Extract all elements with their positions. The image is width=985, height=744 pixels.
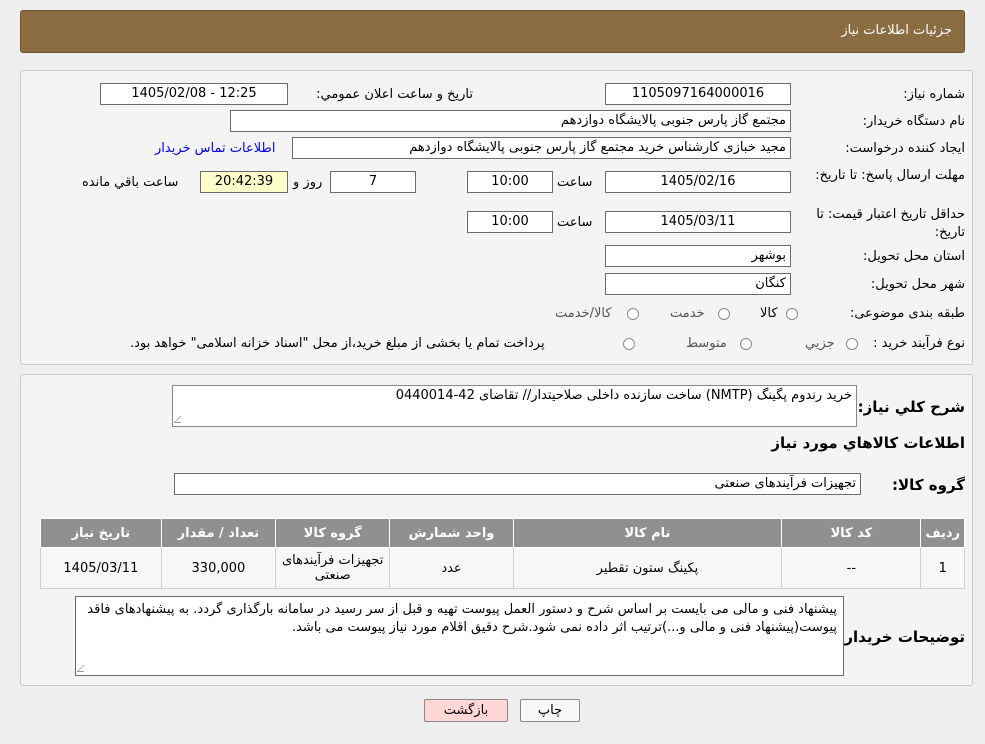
buyer-contact-link[interactable]: اطلاعات تماس خريدار (155, 141, 275, 156)
days-field: 7 (330, 171, 416, 193)
table-header-row: رديف کد کالا نام کالا واحد شمارش گروه کا… (40, 518, 965, 548)
col-unit: واحد شمارش (389, 518, 514, 548)
col-need-date: تاريخ نياز (40, 518, 162, 548)
resize-handle-icon[interactable] (173, 416, 188, 423)
province-field: بوشهر (605, 245, 791, 267)
city-label: شهر محل تحويل: (870, 277, 965, 292)
category-option-goods-service: کالا/خدمت (555, 306, 612, 321)
city-field: کنگان (605, 273, 791, 295)
goods-group-field: تجهیزات فرآیندهای صنعتی (174, 473, 861, 495)
creator-field: مجید خبازی کارشناس خرید مجتمع گاز پارس ج… (292, 137, 791, 159)
buyer-org-field: مجتمع گاز پارس جنوبی پالایشگاه دوازدهم (230, 110, 791, 132)
process-checkbox-treasury[interactable] (623, 338, 635, 350)
process-label: نوع فرآيند خريد : (873, 336, 965, 351)
province-label: استان محل تحويل: (863, 249, 965, 264)
category-option-service: خدمت (670, 306, 705, 321)
need-number-label: شماره نیاز: (903, 87, 965, 102)
creator-label: ايجاد کننده درخواست: (845, 141, 965, 156)
process-option-medium: متوسط (686, 336, 727, 351)
cell-quantity: 330,000 (160, 547, 277, 589)
items-table: رديف کد کالا نام کالا واحد شمارش گروه کا… (40, 518, 965, 589)
category-label: طبقه بندی موضوعی: (849, 306, 965, 321)
buyer-org-label: نام دستگاه خريدار: (862, 114, 965, 129)
deadline-time-label: ساعت (557, 175, 593, 190)
process-radio-partial[interactable] (846, 338, 858, 350)
announce-label: تاريخ و ساعت اعلان عمومي: (316, 87, 473, 102)
cell-code: -- (781, 547, 922, 589)
category-option-goods: کالا (760, 306, 778, 321)
goods-group-label: گروه کالا: (892, 476, 965, 494)
table-row: 1 -- پکینگ ستون تقطیر عدد تجهیزات فرآیند… (40, 547, 965, 589)
col-name: نام کالا (512, 518, 783, 548)
validity-time-label: ساعت (557, 215, 593, 230)
col-quantity: تعداد / مقدار (160, 518, 277, 548)
buyer-notes-text: پیشنهاد فنی و مالی می بایست بر اساس شرح … (87, 602, 837, 635)
category-radio-goods-service[interactable] (627, 308, 639, 320)
category-radio-service[interactable] (718, 308, 730, 320)
need-number-field: 1105097164000016 (605, 83, 791, 105)
validity-label: حداقل تاريخ اعتبار قيمت: تا تاريخ: (816, 207, 965, 240)
cell-need-date: 1405/03/11 (40, 547, 162, 589)
deadline-time-field: 10:00 (467, 171, 553, 193)
description-label: شرح کلي نياز: (857, 398, 965, 416)
buyer-notes-textarea[interactable]: پیشنهاد فنی و مالی می بایست بر اساس شرح … (75, 596, 844, 676)
deadline-date-field: 1405/02/16 (605, 171, 791, 193)
process-note: پرداخت تمام یا بخشی از مبلغ خرید،از محل … (130, 336, 545, 351)
col-group: گروه کالا (275, 518, 391, 548)
back-button[interactable]: بازگشت (424, 699, 508, 722)
validity-date-field: 1405/03/11 (605, 211, 791, 233)
resize-handle-icon[interactable] (76, 665, 91, 672)
category-radio-goods[interactable] (786, 308, 798, 320)
deadline-label: مهلت ارسال پاسخ: تا تاريخ: (815, 168, 965, 183)
validity-time-field: 10:00 (467, 211, 553, 233)
process-radio-medium[interactable] (740, 338, 752, 350)
cell-row: 1 (920, 547, 965, 589)
col-code: کد کالا (781, 518, 922, 548)
description-textarea[interactable]: خرید رندوم پگینگ (NMTP) ساخت سازنده داخل… (172, 385, 857, 427)
page-header: جزئیات اطلاعات نیاز (20, 10, 965, 53)
col-row: رديف (920, 518, 965, 548)
description-text: خرید رندوم پگینگ (NMTP) ساخت سازنده داخل… (395, 388, 852, 403)
cell-unit: عدد (389, 547, 514, 589)
remaining-time-field: 20:42:39 (200, 171, 288, 193)
process-option-partial: جزيي (805, 336, 835, 351)
page-title: جزئیات اطلاعات نیاز (841, 23, 952, 38)
announce-datetime-field: 1405/02/08 - 12:25 (100, 83, 288, 105)
cell-name: پکینگ ستون تقطیر (512, 547, 783, 589)
remaining-label: ساعت باقي مانده (82, 175, 179, 190)
cell-group: تجهیزات فرآیندهای صنعتی (275, 547, 391, 589)
days-label: روز و (293, 175, 323, 190)
buyer-notes-label: توضيحات خريدار: (838, 628, 965, 646)
goods-info-title: اطلاعات کالاهاي مورد نياز (771, 434, 965, 452)
print-button[interactable]: چاپ (520, 699, 580, 722)
